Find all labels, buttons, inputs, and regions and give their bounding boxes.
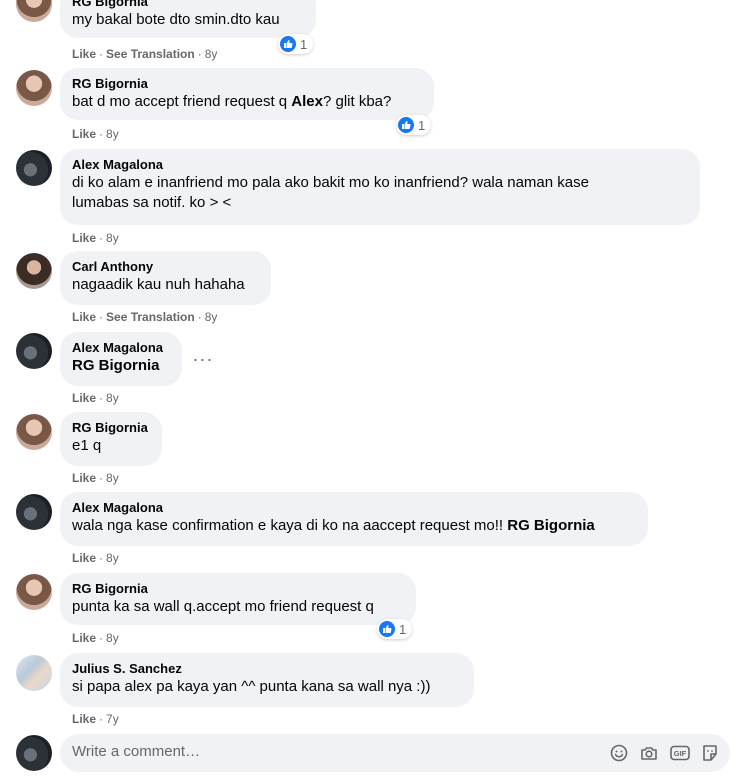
comment-bubble: RG Bigornia bat d mo accept friend reque… — [60, 68, 434, 120]
avatar[interactable] — [16, 414, 52, 450]
comment-author[interactable]: Carl Anthony — [72, 259, 259, 275]
like-link[interactable]: Like — [72, 471, 96, 485]
like-reaction-icon — [398, 117, 414, 133]
comment-bubble: Julius S. Sanchez si papa alex pa kaya y… — [60, 653, 474, 707]
comment-bubble: Alex Magalona wala nga kase confirmation… — [60, 492, 648, 546]
comment-timestamp[interactable]: 8y — [106, 631, 119, 645]
comment-bubble: Alex Magalona RG Bigornia — [60, 332, 182, 386]
like-link[interactable]: Like — [72, 47, 96, 61]
avatar[interactable] — [16, 70, 52, 106]
like-link[interactable]: Like — [72, 310, 96, 324]
reaction-count-text: 1 — [300, 36, 308, 52]
camera-icon[interactable] — [639, 743, 659, 763]
gif-icon-label: GIF — [674, 749, 687, 758]
comment-bubble: RG Bigornia e1 q — [60, 412, 162, 466]
comment-actions: Like · 8y — [72, 471, 119, 485]
comment-input-placeholder[interactable]: Write a comment… — [72, 743, 200, 760]
like-link[interactable]: Like — [72, 391, 96, 405]
comment-timestamp[interactable]: 8y — [106, 551, 119, 565]
comment-actions: Like · 8y — [72, 631, 119, 645]
comment-bubble: RG Bigornia punta ka sa wall q.accept mo… — [60, 573, 416, 625]
comment-text: punta ka sa wall q.accept mo friend requ… — [72, 598, 374, 615]
sticker-icon[interactable] — [700, 743, 720, 763]
mention-link[interactable]: Alex — [291, 93, 323, 110]
avatar[interactable] — [16, 253, 52, 289]
avatar[interactable] — [16, 333, 52, 369]
see-translation-link[interactable]: See Translation — [106, 47, 195, 61]
comment-author[interactable]: RG Bigornia — [72, 420, 150, 436]
avatar[interactable] — [16, 150, 52, 186]
comment-bubble: RG Bigornia my bakal bote dto smin.dto k… — [60, 0, 316, 38]
emoji-icon[interactable] — [609, 743, 629, 763]
comment-actions: Like · 8y — [72, 391, 119, 405]
comment-bubble: Carl Anthony nagaadik kau nuh hahaha — [60, 251, 271, 305]
comment-composer[interactable]: Write a comment… GIF — [60, 734, 730, 772]
comment-author[interactable]: Julius S. Sanchez — [72, 661, 462, 677]
comment-bubble: Alex Magalona di ko alam e inanfriend mo… — [60, 149, 700, 225]
comment-author[interactable]: Alex Magalona — [72, 500, 636, 516]
comment-author[interactable]: Alex Magalona — [72, 340, 170, 356]
reaction-count-text: 1 — [399, 621, 407, 637]
comment-timestamp[interactable]: 8y — [205, 47, 218, 61]
avatar[interactable] — [16, 574, 52, 610]
more-options-icon[interactable]: ··· — [191, 347, 215, 371]
comment-actions: Like · 8y — [72, 551, 119, 565]
comment-actions: Like · See Translation · 8y — [72, 47, 218, 61]
comment-timestamp[interactable]: 8y — [106, 391, 119, 405]
comment-timestamp[interactable]: 7y — [106, 712, 119, 726]
avatar[interactable] — [16, 655, 52, 691]
comment-author[interactable]: RG Bigornia — [72, 76, 422, 92]
reaction-count[interactable]: 1 — [278, 34, 314, 54]
comment-actions: Like · See Translation · 8y — [72, 310, 218, 324]
comment-text-line: di ko alam e inanfriend mo pala ako baki… — [72, 174, 589, 191]
comment-timestamp[interactable]: 8y — [106, 231, 119, 245]
comment-text-line: lumabas sa notif. ko > < — [72, 194, 232, 211]
current-user-avatar[interactable] — [16, 735, 52, 771]
comment-text: nagaadik kau nuh hahaha — [72, 276, 245, 293]
comment-actions: Like · 8y — [72, 127, 119, 141]
comment-author[interactable]: RG Bigornia — [72, 581, 404, 597]
like-reaction-icon — [280, 36, 296, 52]
reaction-count[interactable]: 1 — [377, 619, 413, 639]
avatar[interactable] — [16, 0, 52, 22]
avatar[interactable] — [16, 494, 52, 530]
comment-timestamp[interactable]: 8y — [205, 310, 218, 324]
like-link[interactable]: Like — [72, 127, 96, 141]
comment-text: wala nga kase confirmation e kaya di ko … — [72, 517, 595, 534]
comment-author[interactable]: Alex Magalona — [72, 157, 688, 173]
like-link[interactable]: Like — [72, 712, 96, 726]
like-link[interactable]: Like — [72, 631, 96, 645]
gif-icon[interactable]: GIF — [670, 743, 690, 763]
comment-actions: Like · 7y — [72, 712, 119, 726]
like-link[interactable]: Like — [72, 231, 96, 245]
comment-text: e1 q — [72, 437, 102, 454]
see-translation-link[interactable]: See Translation — [106, 310, 195, 324]
comment-text: my bakal bote dto smin.dto kau — [72, 11, 280, 28]
comment-timestamp[interactable]: 8y — [106, 471, 119, 485]
comment-text: bat d mo accept friend request q Alex? g… — [72, 93, 392, 110]
like-reaction-icon — [379, 621, 395, 637]
like-link[interactable]: Like — [72, 551, 96, 565]
reaction-count[interactable]: 1 — [396, 115, 432, 135]
comment-author[interactable]: RG Bigornia — [72, 0, 304, 10]
comment-text: si papa alex pa kaya yan ^^ punta kana s… — [72, 678, 431, 695]
reaction-count-text: 1 — [418, 117, 426, 133]
comment-timestamp[interactable]: 8y — [106, 127, 119, 141]
mention-link[interactable]: RG Bigornia — [72, 356, 170, 376]
comment-actions: Like · 8y — [72, 231, 119, 245]
mention-link[interactable]: RG Bigornia — [507, 517, 595, 534]
